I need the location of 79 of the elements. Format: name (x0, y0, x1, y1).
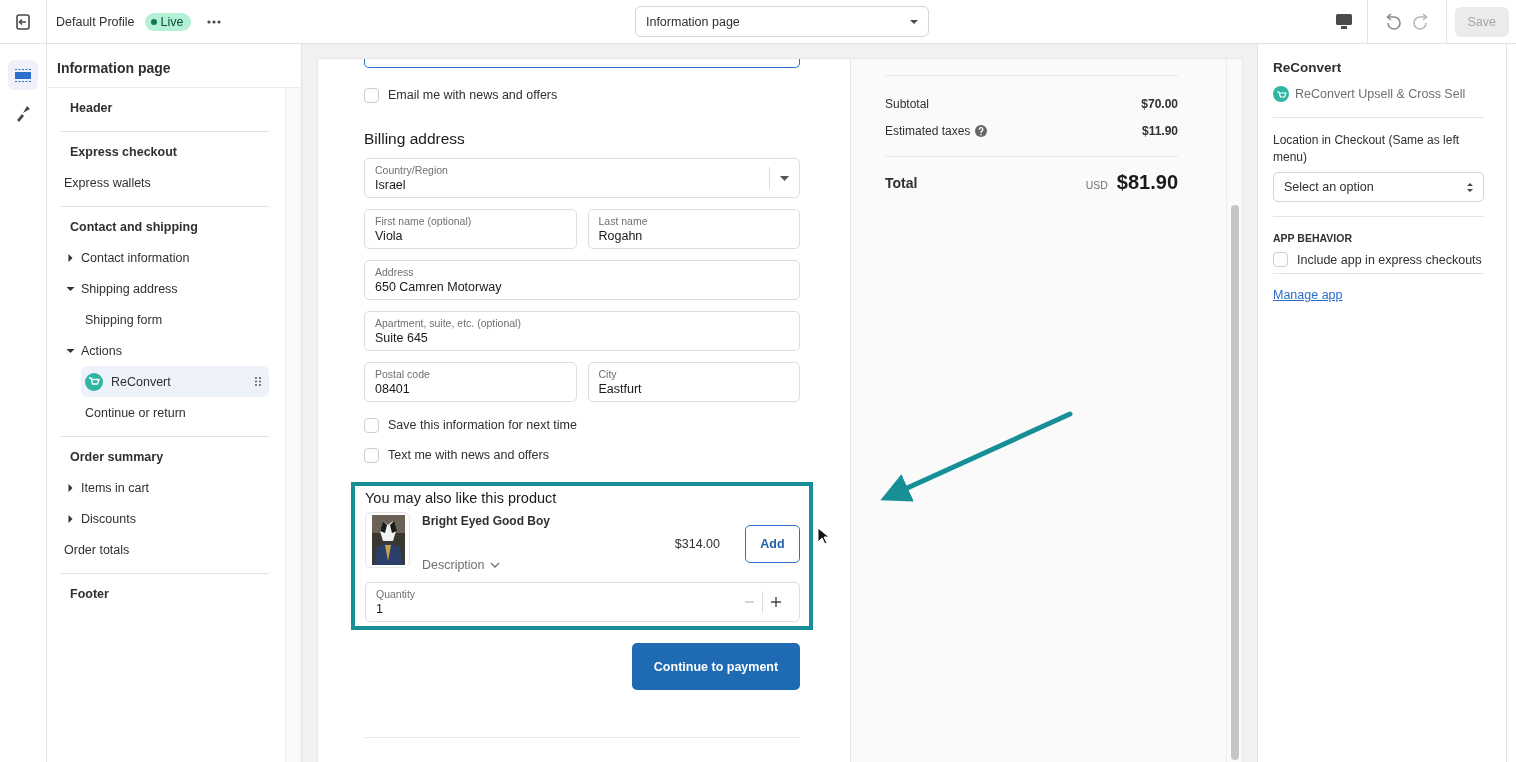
checkbox[interactable] (364, 87, 379, 103)
total-value: $81.90 (1116, 171, 1178, 194)
tree-item[interactable]: Footer (60, 578, 269, 609)
input-field[interactable]: First name (optional) Viola (364, 209, 577, 249)
upsell-heading: You may also like this product (365, 490, 558, 506)
caret-icon (66, 284, 75, 293)
input-field[interactable]: Last name Rogahn (587, 209, 800, 249)
checkbox-label: Save this information for next time (388, 418, 577, 432)
summary-label: Estimated taxes (885, 123, 971, 138)
total-label: Total (885, 174, 918, 191)
layout-icon (14, 67, 32, 83)
minus-icon (745, 601, 754, 603)
page-select[interactable]: Information page (634, 6, 929, 37)
desktop-icon[interactable] (1334, 13, 1353, 30)
tree-item[interactable]: Express checkout (60, 136, 269, 167)
cart-icon (1275, 89, 1287, 99)
panel-title: ReConvert (1273, 60, 1343, 75)
caret-icon (909, 19, 918, 24)
product-price: $314.00 (674, 537, 720, 551)
checkbox-label: Include app in express checkouts (1297, 252, 1482, 267)
tree-item[interactable]: Items in cart (60, 472, 269, 503)
add-button[interactable]: Add (745, 525, 800, 563)
tree-item[interactable]: Express wallets (60, 167, 269, 198)
tree-item[interactable]: Contact and shipping (60, 211, 269, 242)
tree-item[interactable]: Shipping form (81, 304, 269, 335)
product-name: Bright Eyed Good Boy (422, 514, 551, 528)
sort-arrows-icon (1467, 182, 1473, 192)
tree-item[interactable]: Continue or return (81, 397, 269, 428)
ellipsis-icon (207, 18, 222, 25)
drag-handle-icon[interactable] (255, 377, 261, 386)
caret-icon (66, 514, 75, 523)
input-field[interactable]: Address 650 Camren Motorway (364, 260, 800, 300)
checkbox[interactable] (364, 447, 379, 463)
checkbox-label: Email me with news and offers (388, 88, 558, 102)
field-label: Location in Checkout (Same as left menu) (1273, 132, 1461, 166)
location-select[interactable]: Select an option (1273, 172, 1484, 202)
manage-app-link[interactable]: Manage app (1273, 288, 1343, 302)
continue-button[interactable]: Continue to payment (632, 643, 800, 690)
scrollbar-thumb[interactable] (1230, 205, 1239, 760)
tree-item[interactable]: Actions (60, 335, 269, 366)
tree-item[interactable]: ReConvert (81, 366, 269, 397)
checkbox[interactable] (1273, 252, 1288, 267)
quantity-field[interactable]: Quantity 1 (365, 582, 800, 622)
caret-icon (780, 175, 789, 181)
tree-item[interactable]: Shipping address (60, 273, 269, 304)
tree-item[interactable]: Discounts (60, 503, 269, 534)
cursor-icon (817, 527, 831, 546)
brush-icon (14, 104, 32, 122)
status-badge: Live (144, 12, 192, 31)
input-field[interactable]: City Eastfurt (587, 362, 800, 402)
caret-icon (66, 483, 75, 492)
exit-icon[interactable] (14, 12, 32, 31)
tree-item[interactable]: Order totals (60, 534, 269, 565)
email-field[interactable] (364, 59, 800, 68)
plus-icon (771, 597, 781, 607)
checkbox[interactable] (364, 417, 379, 433)
cart-icon (88, 376, 100, 387)
currency-code: USD (1085, 179, 1108, 191)
section-heading: APP BEHAVIOR (1273, 232, 1353, 244)
tree-item[interactable]: Order summary (60, 441, 269, 472)
checkbox-label: Text me with news and offers (388, 448, 549, 462)
tree-item[interactable]: Contact information (60, 242, 269, 273)
summary-value: $70.00 (1141, 96, 1178, 111)
chevron-icon (489, 562, 500, 568)
caret-icon (66, 346, 75, 355)
section-heading: Billing address (364, 130, 466, 148)
summary-label: Subtotal (885, 96, 931, 111)
tree-item[interactable]: Header (60, 92, 269, 123)
select-field[interactable]: Country/Region Israel (364, 158, 800, 198)
caret-icon (66, 253, 75, 262)
summary-value: $11.90 (1141, 123, 1178, 138)
help-icon[interactable] (975, 124, 988, 137)
app-name: ReConvert Upsell & Cross Sell (1295, 87, 1466, 101)
sections-tab[interactable] (8, 60, 38, 90)
profile-name: Default Profile (56, 14, 135, 29)
panel-title: Information page (47, 44, 301, 88)
description-toggle[interactable]: Description (422, 558, 663, 572)
input-field[interactable]: Apartment, suite, etc. (optional) Suite 645 (364, 311, 800, 351)
input-field[interactable]: Postal code 08401 (364, 362, 577, 402)
